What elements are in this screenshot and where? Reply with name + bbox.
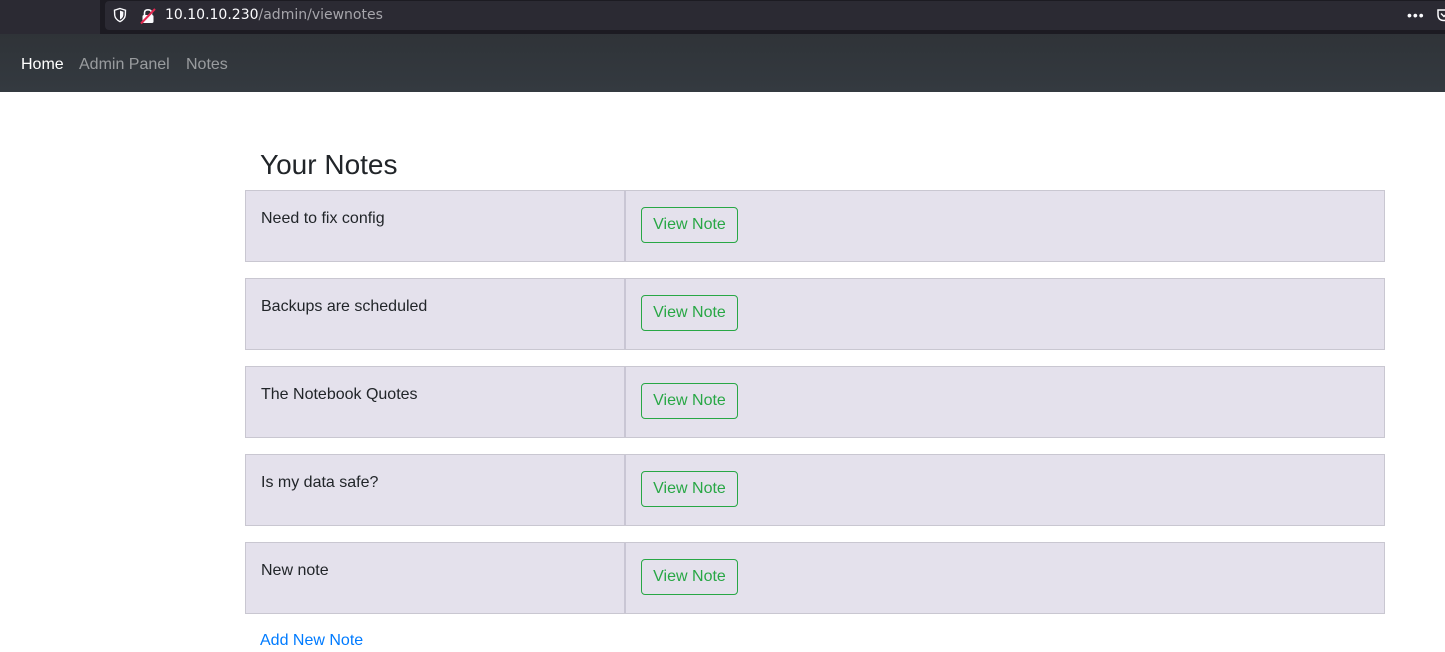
view-note-button[interactable]: View Note [641, 295, 738, 331]
note-title-cell: New note [246, 543, 626, 613]
note-title-cell: Is my data safe? [246, 455, 626, 525]
insecure-lock-icon[interactable] [139, 7, 157, 25]
note-title-cell: Backups are scheduled [246, 279, 626, 349]
browser-tab-strip [0, 0, 100, 34]
note-title: Backups are scheduled [261, 298, 428, 315]
nav-admin-panel-link[interactable]: Admin Panel [79, 55, 170, 75]
page-title: Your Notes [260, 149, 398, 180]
url-text: 10.10.10.230/admin/viewnotes [165, 7, 383, 24]
nav-notes-link[interactable]: Notes [186, 55, 228, 75]
note-row: Need to fix config View Note [245, 190, 1385, 262]
view-note-button[interactable]: View Note [641, 383, 738, 419]
note-row: Is my data safe? View Note [245, 454, 1385, 526]
view-note-button[interactable]: View Note [641, 559, 738, 595]
address-bar[interactable]: 10.10.10.230/admin/viewnotes ••• [105, 1, 1445, 30]
pocket-icon[interactable] [1436, 7, 1445, 23]
add-new-note-link[interactable]: Add New Note [260, 632, 363, 650]
note-title: New note [261, 562, 329, 579]
url-host: 10.10.10.230 [165, 7, 259, 23]
top-navbar: Home Admin Panel Notes [0, 34, 1445, 92]
view-note-button[interactable]: View Note [641, 207, 738, 243]
view-note-button[interactable]: View Note [641, 471, 738, 507]
note-title-cell: Need to fix config [246, 191, 626, 261]
url-path: /admin/viewnotes [258, 7, 383, 23]
note-title-cell: The Notebook Quotes [246, 367, 626, 437]
browser-toolbar: 10.10.10.230/admin/viewnotes ••• [0, 0, 1445, 34]
note-row: New note View Note [245, 542, 1385, 614]
nav-home-link[interactable]: Home [21, 55, 64, 75]
note-row: The Notebook Quotes View Note [245, 366, 1385, 438]
tracking-shield-icon[interactable] [112, 7, 128, 23]
page-actions-more-icon[interactable]: ••• [1407, 7, 1427, 23]
note-title: The Notebook Quotes [261, 386, 418, 403]
note-row: Backups are scheduled View Note [245, 278, 1385, 350]
note-title: Is my data safe? [261, 474, 379, 491]
note-title: Need to fix config [261, 210, 385, 227]
